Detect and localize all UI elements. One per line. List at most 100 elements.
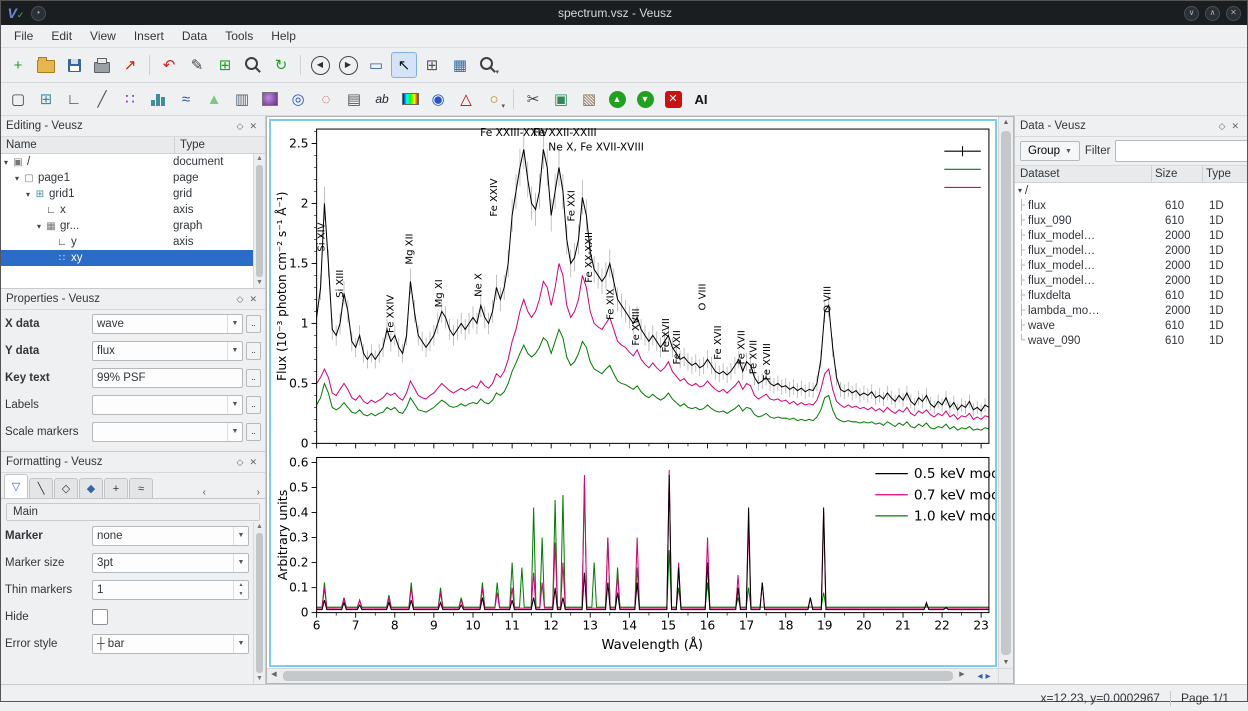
zoom-graph-button[interactable]: ▦ (447, 52, 473, 78)
tree-item-x[interactable]: ∟xaxis (1, 202, 253, 218)
scroll-left-icon[interactable]: ◀ (267, 669, 281, 681)
editing-close-button[interactable]: ✕ (246, 121, 260, 132)
next-page-arrow-icon[interactable]: ▸ (986, 671, 991, 682)
page-flip-buttons[interactable]: ◂ ▸ (969, 668, 999, 683)
dataset-row[interactable]: └wave_0906101D (1015, 333, 1247, 348)
expander-open-icon[interactable]: ▾ (23, 190, 33, 199)
menu-view[interactable]: View (81, 27, 125, 45)
property-y-data-combo[interactable]: flux▼ (92, 341, 243, 361)
properties-float-button[interactable]: ◇ (234, 294, 247, 305)
scroll-up-icon[interactable]: ▲ (254, 154, 265, 164)
property-key-text-input[interactable]: 99% PSF (92, 368, 243, 388)
dataset-row[interactable]: ├wave6101D (1015, 318, 1247, 333)
add-polar-button[interactable]: ◎ (285, 86, 311, 112)
editing-float-button[interactable]: ◇ (234, 121, 247, 132)
scroll-thumb[interactable] (256, 533, 263, 673)
cut-button[interactable]: ✂ (520, 86, 546, 112)
dataset-root-row[interactable]: ▾/ (1015, 183, 1247, 198)
paste-button[interactable]: ▧ (576, 86, 602, 112)
minimize-button[interactable]: ∨ (1184, 6, 1199, 21)
scroll-up-icon[interactable]: ▲ (254, 522, 265, 532)
add-nonorthpoint-button[interactable]: ◉ (425, 86, 451, 112)
scroll-down-icon[interactable]: ▼ (254, 674, 265, 684)
dataset-row[interactable]: ├flux_model…20001D (1015, 228, 1247, 243)
menu-file[interactable]: File (5, 27, 42, 45)
copy-button[interactable]: ▣ (548, 86, 574, 112)
scroll-right-icon[interactable]: ▶ (955, 669, 969, 681)
property-labels-combo[interactable]: ▼ (92, 395, 243, 415)
close-button[interactable]: ✕ (1226, 6, 1241, 21)
open-document-button[interactable] (33, 52, 59, 78)
move-up-button[interactable]: ▲ (604, 86, 630, 112)
tab-error-bar[interactable]: + (104, 478, 128, 498)
format-error-style-combo[interactable]: ┼bar▼ (92, 634, 249, 654)
data-close-button[interactable]: ✕ (1228, 121, 1242, 132)
horizontal-scrollbar[interactable]: ◀ ▶ (267, 668, 969, 683)
scroll-thumb[interactable] (1001, 131, 1011, 655)
select-pointer-button[interactable]: ↖ (391, 52, 417, 78)
group-button[interactable]: Group ▼ (1020, 141, 1080, 161)
tree-item-y[interactable]: ∟yaxis (1, 234, 253, 250)
export-button[interactable]: ↗ (117, 52, 143, 78)
dataset-row[interactable]: ├fluxdelta6101D (1015, 288, 1247, 303)
tab-main[interactable]: ▽ (4, 474, 28, 498)
add-fit-button[interactable]: ≈ (173, 86, 199, 112)
property-scale-markers-more-button[interactable]: .. (246, 423, 261, 441)
dataset-row[interactable]: ├flux_model…20001D (1015, 258, 1247, 273)
tree-item-grid1[interactable]: ▾⊞grid1grid (1, 186, 253, 202)
menu-tools[interactable]: Tools (216, 27, 262, 45)
formatting-float-button[interactable]: ◇ (234, 457, 247, 468)
scroll-down-icon[interactable]: ▼ (254, 278, 265, 288)
format-thin-markers-spinner[interactable]: 1▲▼ (92, 580, 249, 600)
tab-key-symbol[interactable]: ≈ (129, 478, 153, 498)
add-image-button[interactable] (257, 86, 283, 112)
property-y-data-more-button[interactable]: .. (246, 342, 261, 360)
tabs-scroll-right-icon[interactable]: › (255, 487, 262, 498)
rename-button[interactable]: AI (688, 86, 714, 112)
dataset-row[interactable]: ├lambda_mo…20001D (1015, 303, 1247, 318)
tree-item-page1[interactable]: ▾▢page1page (1, 170, 253, 186)
reload-data-button[interactable]: ↻ (268, 52, 294, 78)
insert-page-button[interactable]: ⊞ (212, 52, 238, 78)
view-select-button[interactable]: ▭ (363, 52, 389, 78)
read-data-points-button[interactable]: ⊞ (419, 52, 445, 78)
data-float-button[interactable]: ◇ (1216, 121, 1229, 132)
undo-button[interactable]: ↶ (156, 52, 182, 78)
window-menu-button[interactable]: • (31, 6, 46, 21)
property-x-data-combo[interactable]: wave▼ (92, 314, 243, 334)
add-bar-button[interactable] (145, 86, 171, 112)
expander-open-icon[interactable]: ▾ (1, 158, 11, 167)
format-marker-size-combo[interactable]: 3pt▼ (92, 553, 249, 573)
menu-data[interactable]: Data (173, 27, 216, 45)
examine-data-button[interactable] (240, 52, 266, 78)
tab-plot-line[interactable]: ╲ (29, 478, 53, 498)
dataset-row[interactable]: ├flux_model…20001D (1015, 273, 1247, 288)
add-label-button[interactable]: ab (369, 86, 395, 112)
dataset-row[interactable]: ├flux6101D (1015, 198, 1247, 213)
tab-marker-border[interactable]: ◆ (79, 478, 103, 498)
tab-marker-fill[interactable]: ◇ (54, 478, 78, 498)
tabs-scroll-left-icon[interactable]: ‹ (201, 487, 208, 498)
vertical-scrollbar[interactable]: ▲ ▼ (998, 117, 1013, 669)
new-document-button[interactable]: + (5, 52, 31, 78)
editing-scrollbar[interactable]: ▲ ▼ (253, 154, 265, 288)
filter-input[interactable] (1115, 140, 1247, 162)
property-key-text-more-button[interactable]: .. (246, 369, 261, 387)
add-line-button[interactable]: ╱ (89, 86, 115, 112)
format-marker-combo[interactable]: none▼ (92, 526, 249, 546)
spin-arrows-icon[interactable]: ▲▼ (233, 581, 248, 599)
save-document-button[interactable] (61, 52, 87, 78)
property-scale-markers-combo[interactable]: ▼ (92, 422, 243, 442)
dataset-row[interactable]: ├flux_0906101D (1015, 213, 1247, 228)
formatting-close-button[interactable]: ✕ (246, 457, 260, 468)
plot-canvas[interactable]: 6789101112131415161718192021222300.511.5… (267, 117, 999, 669)
property-labels-more-button[interactable]: .. (246, 396, 261, 414)
add-contour-button[interactable]: ◌ (313, 86, 339, 112)
tree-item-xy[interactable]: ∷xy (1, 250, 253, 266)
tree-item-gr[interactable]: ▾▦gr...graph (1, 218, 253, 234)
add-ternary-button[interactable]: △ (453, 86, 479, 112)
zoom-menu-button[interactable]: ▾ (475, 52, 501, 78)
add-function-button[interactable]: ▲ (201, 86, 227, 112)
move-down-button[interactable]: ▼ (632, 86, 658, 112)
add-key-button[interactable]: ▤ (341, 86, 367, 112)
